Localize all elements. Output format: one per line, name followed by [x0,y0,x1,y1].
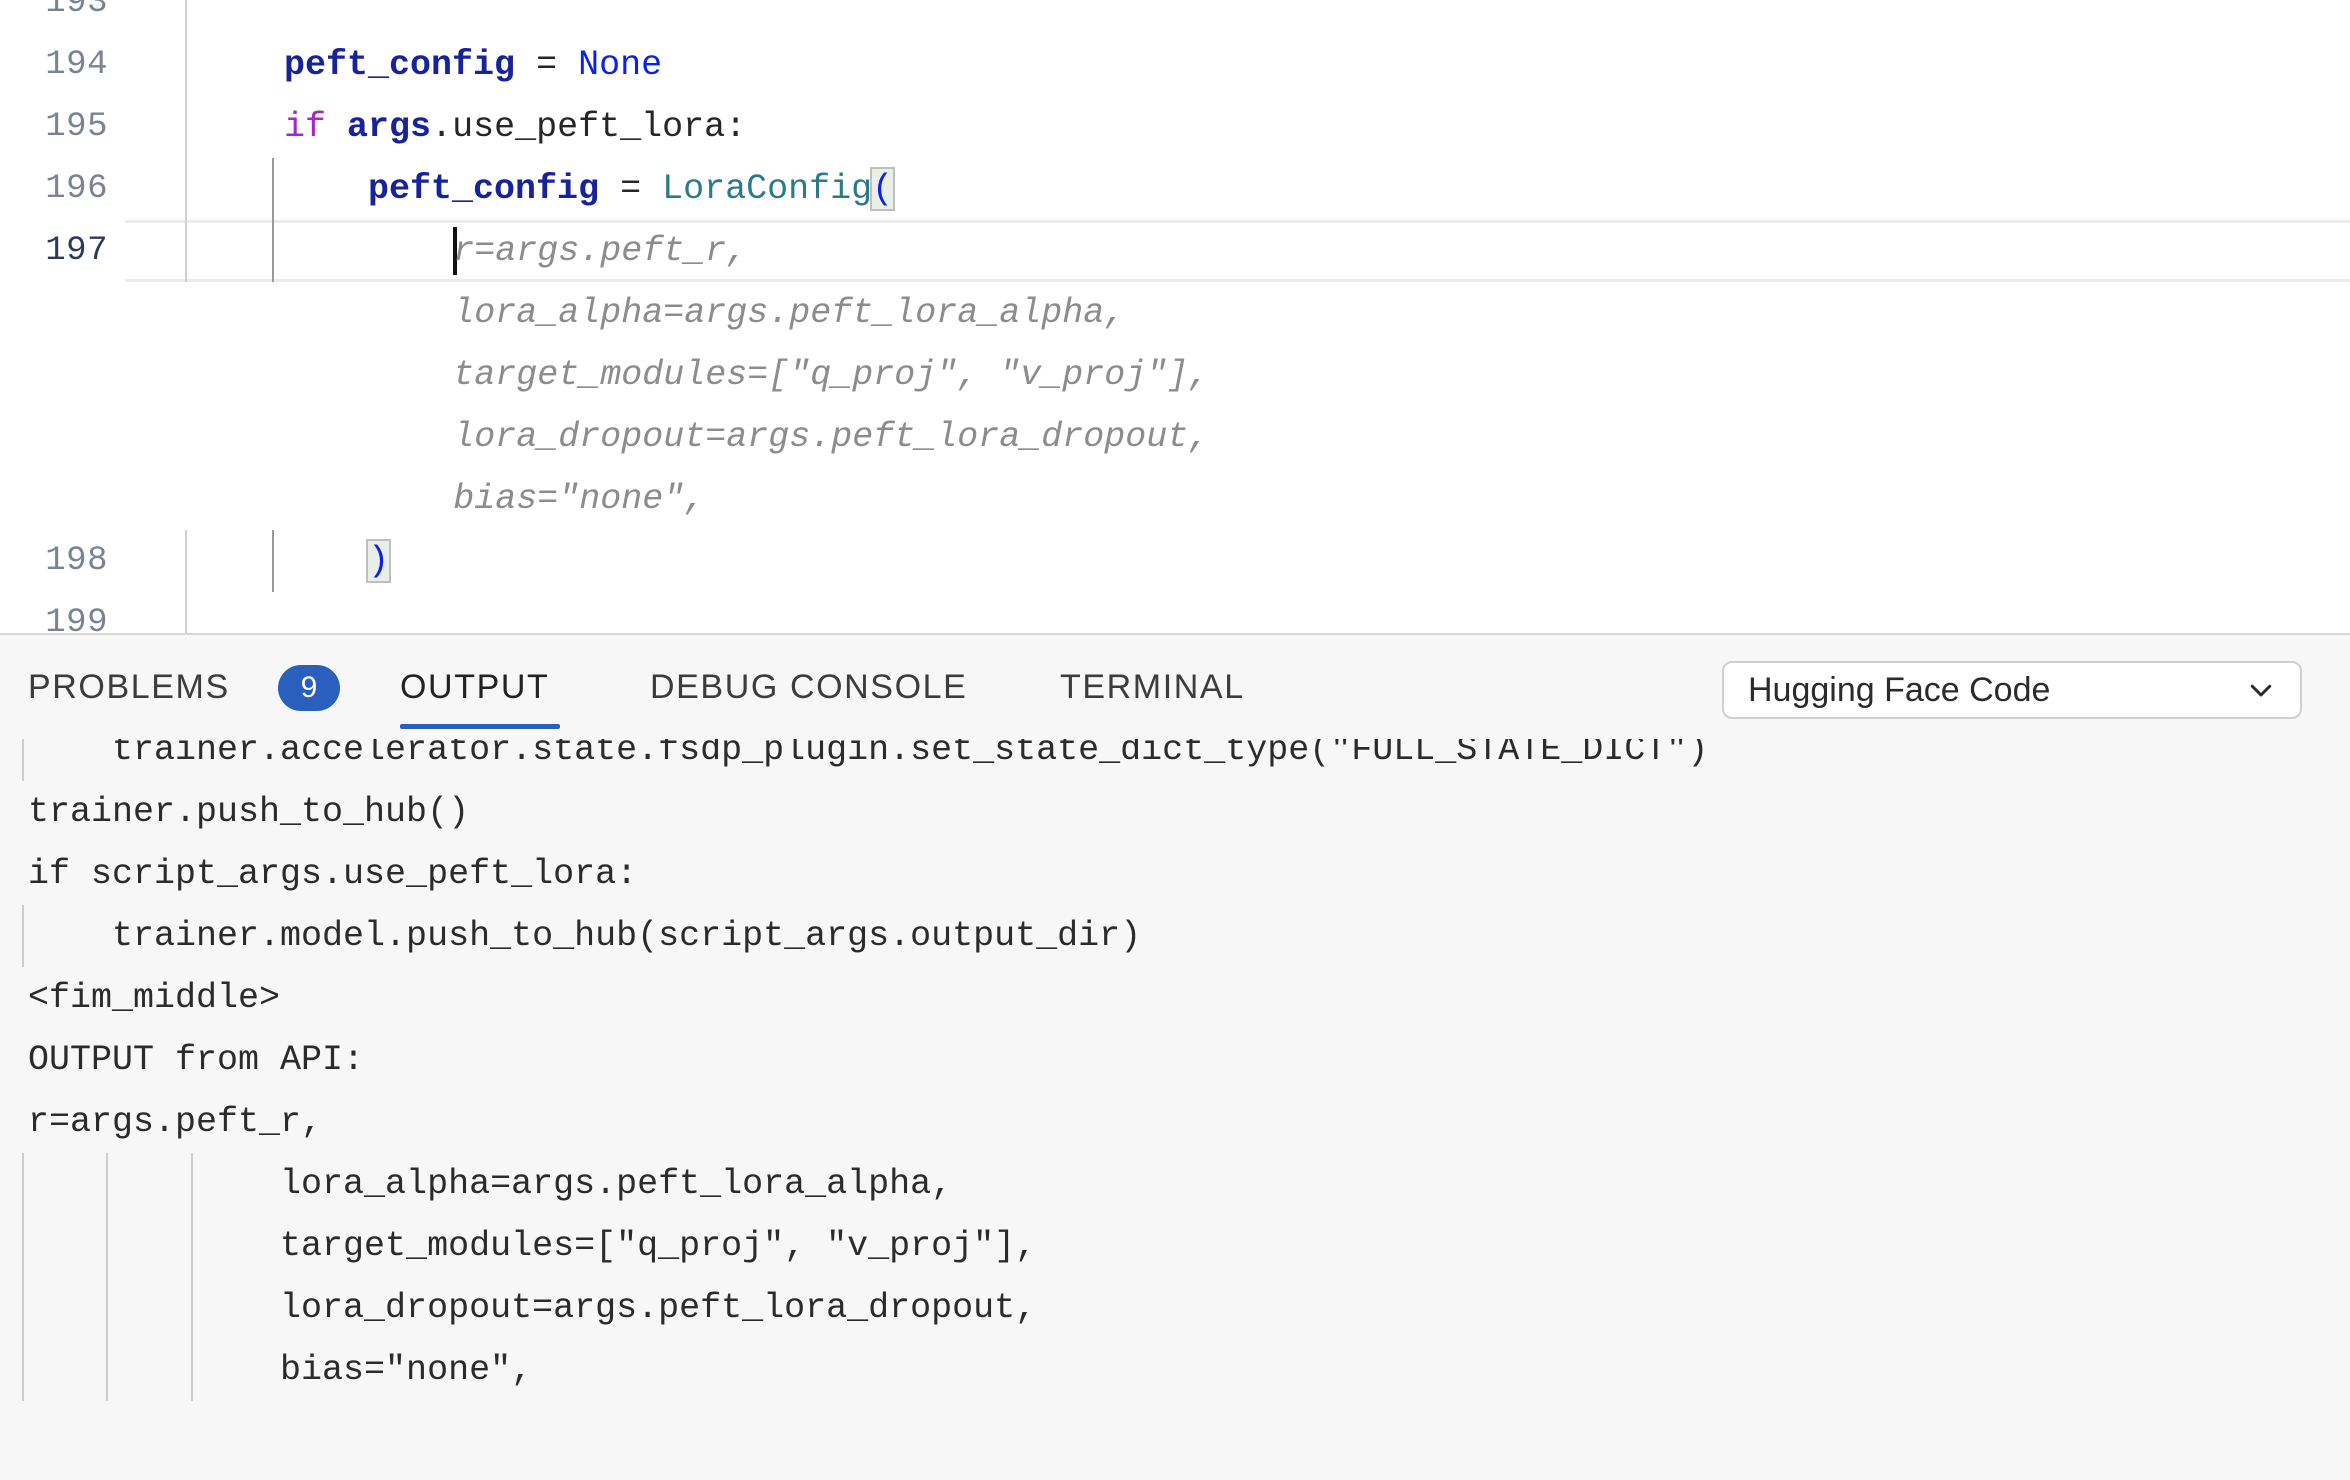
output-line: lora_alpha=args.peft_lora_alpha, [0,1153,2350,1215]
output-text: lora_dropout=args.peft_lora_dropout, [28,1277,1036,1339]
tab-terminal[interactable]: TERMINAL [1060,635,1245,739]
code-token: None [578,45,662,85]
code-token: if [284,107,326,147]
code-token: = [536,45,578,85]
code-text: peft_config = None [200,34,662,96]
code-token [326,107,347,147]
code-token: args [347,107,431,147]
problems-count-badge: 9 [278,665,340,711]
editor-line[interactable]: 196 peft_config = LoraConfig( [0,158,2350,220]
indent-guide [22,1339,24,1401]
output-line: bias="none", [0,1339,2350,1401]
output-line: trainer.accelerator.state.fsdp_plugin.se… [0,739,2350,781]
code-token [200,541,368,581]
output-line: trainer.model.push_to_hub(script_args.ou… [0,905,2350,967]
editor-line[interactable]: 193 [0,0,2350,34]
code-text: peft_config = LoraConfig( [200,158,893,220]
output-text: trainer.push_to_hub() [28,781,469,843]
vscode-window: 193194 peft_config = None195 if args.use… [0,0,2350,1480]
output-channel-label: Hugging Face Code [1748,671,2246,710]
output-line: <fim_middle> [0,967,2350,1029]
bottom-panel: PROBLEMS9OUTPUTDEBUG CONSOLETERMINAL Hug… [0,633,2350,1480]
inline-suggestion-text[interactable]: bias="none", [453,468,705,530]
line-number: 194 [0,34,108,96]
editor-line[interactable]: 194 peft_config = None [0,34,2350,96]
output-line: trainer.push_to_hub() [0,781,2350,843]
line-number: 195 [0,96,108,158]
chevron-down-icon [2246,675,2276,705]
output-line: if script_args.use_peft_lora: [0,843,2350,905]
gutter-divider [185,34,187,96]
indent-guide [22,739,24,781]
output-text: trainer.model.push_to_hub(script_args.ou… [28,905,1141,967]
editor-line[interactable]: bias="none", [0,468,2350,530]
editor-line[interactable]: lora_dropout=args.peft_lora_dropout, [0,406,2350,468]
output-line: target_modules=["q_proj", "v_proj"], [0,1215,2350,1277]
code-token [200,169,368,209]
output-line: r=args.peft_r, [0,1091,2350,1153]
indent-guide [22,1153,24,1215]
code-token: LoraConfig [662,169,872,209]
line-number: 193 [0,0,108,34]
output-channel-select[interactable]: Hugging Face Code [1722,661,2302,719]
output-text: if script_args.use_peft_lora: [28,843,637,905]
inline-suggestion-text[interactable]: target_modules=["q_proj", "v_proj"], [453,344,1209,406]
code-token: peft_config [368,169,620,209]
code-token: .use_peft_lora: [431,107,746,147]
panel-tab-bar: PROBLEMS9OUTPUTDEBUG CONSOLETERMINAL Hug… [0,635,2350,739]
editor-line[interactable]: 195 if args.use_peft_lora: [0,96,2350,158]
output-text: target_modules=["q_proj", "v_proj"], [28,1215,1036,1277]
line-number: 199 [0,592,108,633]
gutter-divider [185,0,187,34]
active-tab-underline [400,724,560,729]
tab-problems[interactable]: PROBLEMS [28,635,230,739]
indent-guide [272,220,274,282]
gutter-divider [185,530,187,592]
code-text: if args.use_peft_lora: [200,96,746,158]
indent-guide [22,1215,24,1277]
line-number: 196 [0,158,108,220]
editor-line[interactable]: lora_alpha=args.peft_lora_alpha, [0,282,2350,344]
output-text: lora_alpha=args.peft_lora_alpha, [28,1153,952,1215]
indent-guide [22,1277,24,1339]
output-line: OUTPUT from API: [0,1029,2350,1091]
code-token: ( [872,169,893,209]
inline-suggestion-text[interactable]: lora_alpha=args.peft_lora_alpha, [453,282,1125,344]
output-text: OUTPUT from API: [28,1029,364,1091]
inline-suggestion-text[interactable]: r=args.peft_r, [453,220,747,282]
code-editor[interactable]: 193194 peft_config = None195 if args.use… [0,0,2350,633]
code-token [200,45,284,85]
output-console[interactable]: trainer.accelerator.state.fsdp_plugin.se… [0,739,2350,1480]
output-text: trainer.accelerator.state.fsdp_plugin.se… [28,739,1708,781]
line-number: 198 [0,530,108,592]
gutter-divider [185,96,187,158]
gutter-divider [185,158,187,220]
output-text: <fim_middle> [28,967,280,1029]
editor-line[interactable]: target_modules=["q_proj", "v_proj"], [0,344,2350,406]
code-token [200,107,284,147]
code-token: peft_config [284,45,536,85]
line-number: 197 [0,220,108,282]
editor-line[interactable]: 198 ) [0,530,2350,592]
indent-guide [22,905,24,967]
gutter-divider [185,592,187,633]
code-token: ) [368,541,389,581]
code-token: = [620,169,662,209]
gutter-divider [185,220,187,282]
editor-line[interactable]: 197 r=args.peft_r, [0,220,2350,282]
tab-debug-console[interactable]: DEBUG CONSOLE [650,635,967,739]
inline-suggestion-text[interactable]: lora_dropout=args.peft_lora_dropout, [453,406,1209,468]
code-text: ) [200,530,389,592]
output-line: lora_dropout=args.peft_lora_dropout, [0,1277,2350,1339]
output-text: bias="none", [28,1339,532,1401]
editor-line[interactable]: 199 [0,592,2350,633]
output-text: r=args.peft_r, [28,1091,322,1153]
